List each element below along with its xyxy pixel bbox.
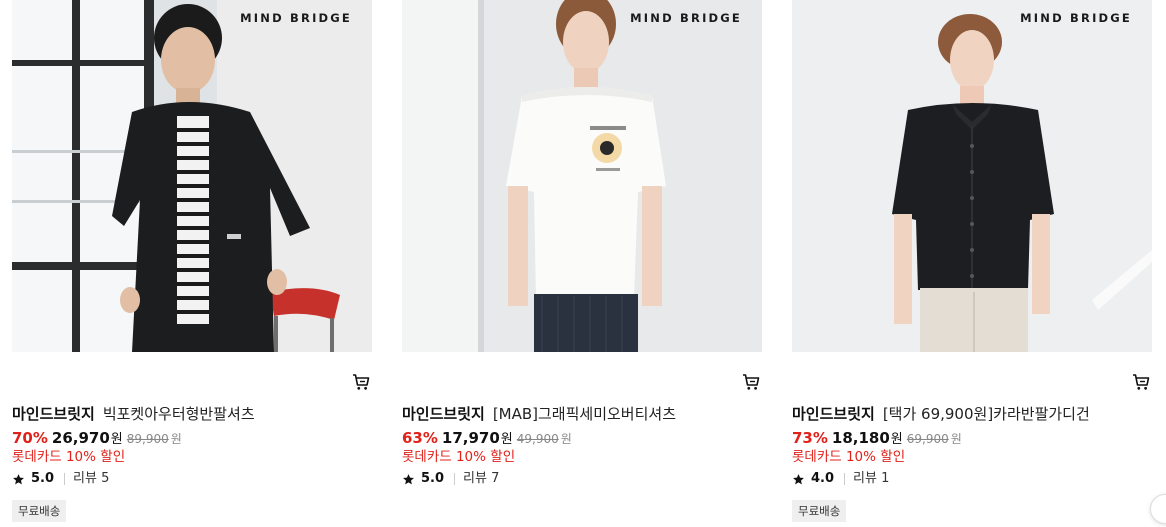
free-shipping-badge: 무료배송 (792, 500, 847, 522)
product-image[interactable]: MIND BRIDGE (792, 0, 1152, 352)
brand-name: 마인드브릿지 (12, 405, 95, 423)
original-currency-unit: 원 (950, 432, 962, 446)
brand-logo: MIND BRIDGE (1020, 11, 1132, 25)
brand-logo: MIND BRIDGE (240, 11, 352, 25)
add-to-cart-button[interactable] (1132, 373, 1150, 391)
product-name: [MAB]그래픽세미오버티셔츠 (492, 405, 677, 423)
divider (454, 473, 456, 485)
cart-icon (743, 374, 760, 390)
card-discount-promo: 롯데카드 10% 할인 (12, 449, 126, 465)
sale-price: 17,970 (441, 429, 500, 447)
original-currency-unit: 원 (560, 432, 572, 446)
original-price: 49,900 (516, 432, 559, 446)
currency-unit: 원 (500, 432, 513, 447)
product-image[interactable]: MIND BRIDGE (402, 0, 762, 352)
original-currency-unit: 원 (170, 432, 182, 446)
rating-score: 4.0 (811, 471, 835, 486)
scroll-top-button[interactable] (1150, 494, 1166, 524)
currency-unit: 원 (890, 432, 903, 447)
star-icon (13, 473, 24, 484)
divider (844, 473, 846, 485)
product-name: [택가 69,900원]카라반팔가디건 (882, 405, 1090, 423)
sale-price: 26,970 (51, 429, 110, 447)
product-title[interactable]: 마인드브릿지 [MAB]그래픽세미오버티셔츠 (402, 404, 762, 425)
product-grid: MIND BRIDGE 마인드브릿지 빅포켓아우터형반팔셔츠 70% 26,970원… (12, 0, 1152, 527)
cart-icon (353, 374, 370, 390)
original-price: 89,900 (126, 432, 169, 446)
free-shipping-badge: 무료배송 (12, 500, 67, 522)
card-discount-promo: 롯데카드 10% 할인 (402, 449, 516, 465)
rating-score: 5.0 (421, 471, 445, 486)
product-card[interactable]: MIND BRIDGE 마인드브릿지 [택가 69,900원]카라반팔가디건 73… (792, 0, 1152, 527)
add-to-cart-button[interactable] (742, 373, 760, 391)
product-name: 빅포켓아우터형반팔셔츠 (102, 405, 255, 423)
discount-rate: 70% (12, 429, 48, 447)
rating-row: 4.0 리뷰 1 (792, 469, 889, 489)
brand-name: 마인드브릿지 (402, 405, 485, 423)
product-title[interactable]: 마인드브릿지 [택가 69,900원]카라반팔가디건 (792, 404, 1152, 425)
product-card[interactable]: MIND BRIDGE 마인드브릿지 빅포켓아우터형반팔셔츠 70% 26,970원… (12, 0, 372, 527)
discount-rate: 63% (402, 429, 438, 447)
currency-unit: 원 (110, 432, 123, 447)
rating-row: 5.0 리뷰 7 (402, 469, 499, 489)
star-icon (793, 473, 804, 484)
add-to-cart-button[interactable] (352, 373, 370, 391)
product-card[interactable]: MIND BRIDGE 마인드브릿지 [MAB]그래픽세미오버티셔츠 63% 17,… (402, 0, 762, 527)
brand-name: 마인드브릿지 (792, 405, 875, 423)
card-discount-promo: 롯데카드 10% 할인 (792, 449, 906, 465)
rating-row: 5.0 리뷰 5 (12, 469, 109, 489)
cart-icon (1133, 374, 1150, 390)
review-count: 리뷰 1 (853, 471, 890, 486)
original-price: 69,900 (906, 432, 949, 446)
brand-logo: MIND BRIDGE (630, 11, 742, 25)
review-count: 리뷰 5 (73, 471, 110, 486)
discount-rate: 73% (792, 429, 828, 447)
review-count: 리뷰 7 (463, 471, 500, 486)
sale-price: 18,180 (831, 429, 890, 447)
product-image[interactable]: MIND BRIDGE (12, 0, 372, 352)
rating-score: 5.0 (31, 471, 55, 486)
product-title[interactable]: 마인드브릿지 빅포켓아우터형반팔셔츠 (12, 404, 372, 425)
star-icon (403, 473, 414, 484)
divider (64, 473, 66, 485)
